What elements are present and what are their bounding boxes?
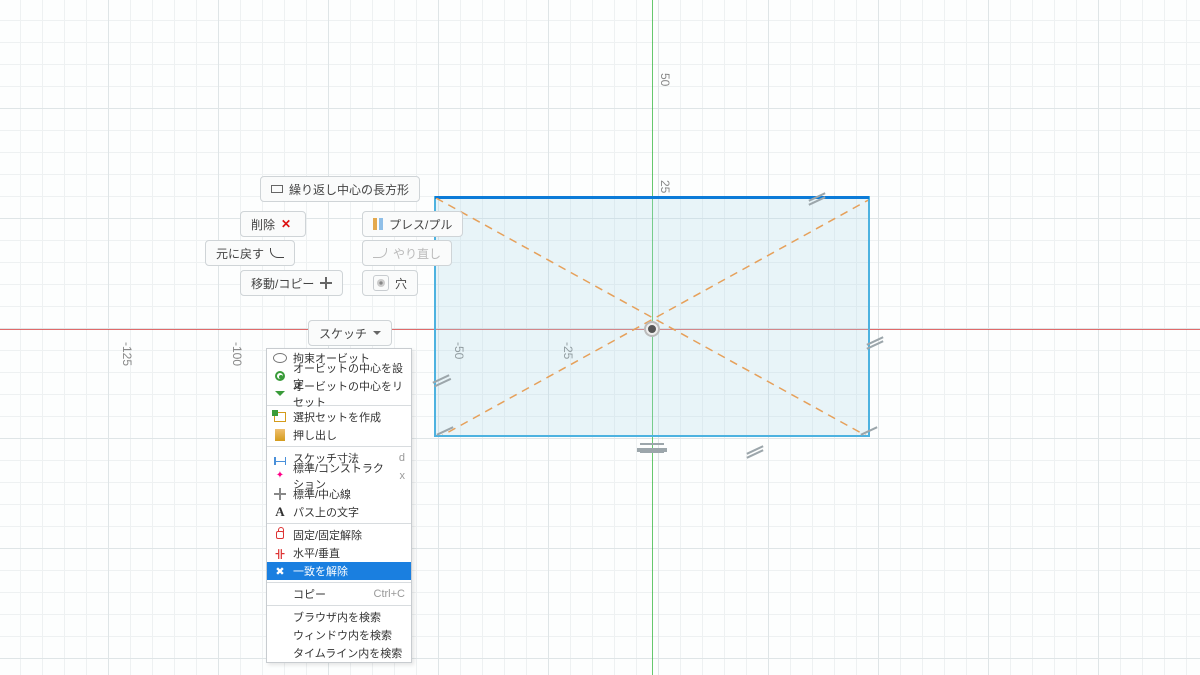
- pin-icon: [273, 387, 287, 401]
- menu-label: 押し出し: [293, 427, 337, 443]
- constraint-tick-icon: [746, 449, 764, 457]
- redo-button[interactable]: やり直し: [362, 240, 452, 266]
- menu-separator: [267, 523, 411, 524]
- axis-label: 50: [658, 73, 672, 86]
- break-constraint-icon: ✖: [273, 564, 287, 578]
- axis-label: -125: [120, 342, 134, 366]
- extrude-icon: [273, 428, 287, 442]
- menu-label: コピー: [293, 586, 326, 602]
- axis-label: -100: [230, 342, 244, 366]
- construction-icon: ✦: [273, 469, 287, 483]
- orbit-icon: [273, 351, 287, 365]
- move-icon: [320, 277, 332, 289]
- selection-set-icon: [273, 410, 287, 424]
- menu-shortcut: d: [399, 452, 405, 464]
- menu-orbit-reset-center[interactable]: オービットの中心をリセット: [267, 385, 411, 403]
- menu-label: 選択セットを作成: [293, 409, 381, 425]
- menu-search-browser[interactable]: ブラウザ内を検索: [267, 608, 411, 626]
- move-copy-button[interactable]: 移動/コピー: [240, 270, 343, 296]
- origin-point-icon[interactable]: [646, 323, 658, 335]
- chip-label: 移動/コピー: [251, 275, 314, 292]
- hole-button[interactable]: 穴: [362, 270, 418, 296]
- blank-icon: [273, 610, 287, 624]
- menu-label: ブラウザ内を検索: [293, 609, 381, 625]
- dimension-icon: [273, 451, 287, 465]
- menu-horizontal-vertical[interactable]: 卝 水平/垂直: [267, 544, 411, 562]
- menu-label: タイムライン内を検索: [293, 645, 402, 661]
- menu-separator: [267, 605, 411, 606]
- menu-label: パス上の文字: [293, 504, 359, 520]
- undo-button[interactable]: 元に戻す: [205, 240, 295, 266]
- menu-label: 一致を解除: [293, 563, 348, 579]
- centerline-icon: [273, 487, 287, 501]
- menu-search-timeline[interactable]: タイムライン内を検索: [267, 644, 411, 662]
- hv-icon: 卝: [273, 546, 287, 560]
- construction-diagonals: [436, 198, 868, 435]
- menu-copy[interactable]: コピー Ctrl+C: [267, 585, 411, 603]
- context-menu: 拘束オービット オービットの中心を設定 オービットの中心をリセット 選択セットを…: [266, 348, 412, 663]
- menu-fix-unfix[interactable]: 固定/固定解除: [267, 526, 411, 544]
- chip-label: 繰り返し中心の長方形: [289, 181, 409, 198]
- chip-label: スケッチ: [319, 325, 367, 342]
- blank-icon: [273, 646, 287, 660]
- blank-icon: [273, 628, 287, 642]
- menu-separator: [267, 582, 411, 583]
- hole-icon: [373, 275, 389, 291]
- rectangle-icon: [271, 185, 283, 193]
- x-icon: ✕: [281, 217, 295, 231]
- menu-label: 固定/固定解除: [293, 527, 362, 543]
- menu-search-window[interactable]: ウィンドウ内を検索: [267, 626, 411, 644]
- menu-text-on-path[interactable]: A パス上の文字: [267, 503, 411, 521]
- letter-a-icon: A: [273, 505, 287, 519]
- menu-shortcut: Ctrl+C: [374, 588, 405, 600]
- sketch-dropdown[interactable]: スケッチ: [308, 320, 392, 346]
- menu-label: オービットの中心をリセット: [293, 378, 405, 410]
- constraint-tick-icon: [860, 430, 878, 438]
- chip-label: プレス/プル: [389, 216, 452, 233]
- chip-label: 穴: [395, 275, 407, 292]
- redo-icon: [373, 248, 387, 258]
- chip-label: やり直し: [393, 245, 441, 262]
- target-icon: [273, 369, 287, 383]
- sketch-rectangle[interactable]: [434, 196, 870, 437]
- chip-label: 削除: [251, 216, 275, 233]
- menu-label: ウィンドウ内を検索: [293, 627, 392, 643]
- delete-button[interactable]: 削除 ✕: [240, 211, 306, 237]
- lock-icon: [273, 528, 287, 542]
- menu-extrude[interactable]: 押し出し: [267, 426, 411, 444]
- chip-label: 元に戻す: [216, 245, 264, 262]
- midpoint-mark-icon: [640, 443, 664, 453]
- menu-label: 標準/中心線: [293, 486, 351, 502]
- repeat-center-rectangle-button[interactable]: 繰り返し中心の長方形: [260, 176, 420, 202]
- menu-label: 水平/垂直: [293, 545, 340, 561]
- menu-normal-construction[interactable]: ✦ 標準/コンストラクション x: [267, 467, 411, 485]
- sketch-canvas[interactable]: -125 -100 -50 -25 25 50: [0, 0, 1200, 675]
- constraint-tick-icon: [436, 430, 454, 438]
- constraint-tick-icon: [808, 196, 826, 204]
- presspull-button[interactable]: プレス/プル: [362, 211, 463, 237]
- blank-icon: [273, 587, 287, 601]
- menu-separator: [267, 446, 411, 447]
- axis-label: 25: [658, 180, 672, 193]
- menu-break-coincident[interactable]: ✖ 一致を解除: [267, 562, 411, 580]
- menu-create-selection-set[interactable]: 選択セットを作成: [267, 408, 411, 426]
- constraint-tick-icon: [866, 340, 884, 348]
- menu-shortcut: x: [400, 470, 406, 482]
- presspull-icon: [373, 218, 383, 230]
- undo-icon: [270, 248, 284, 258]
